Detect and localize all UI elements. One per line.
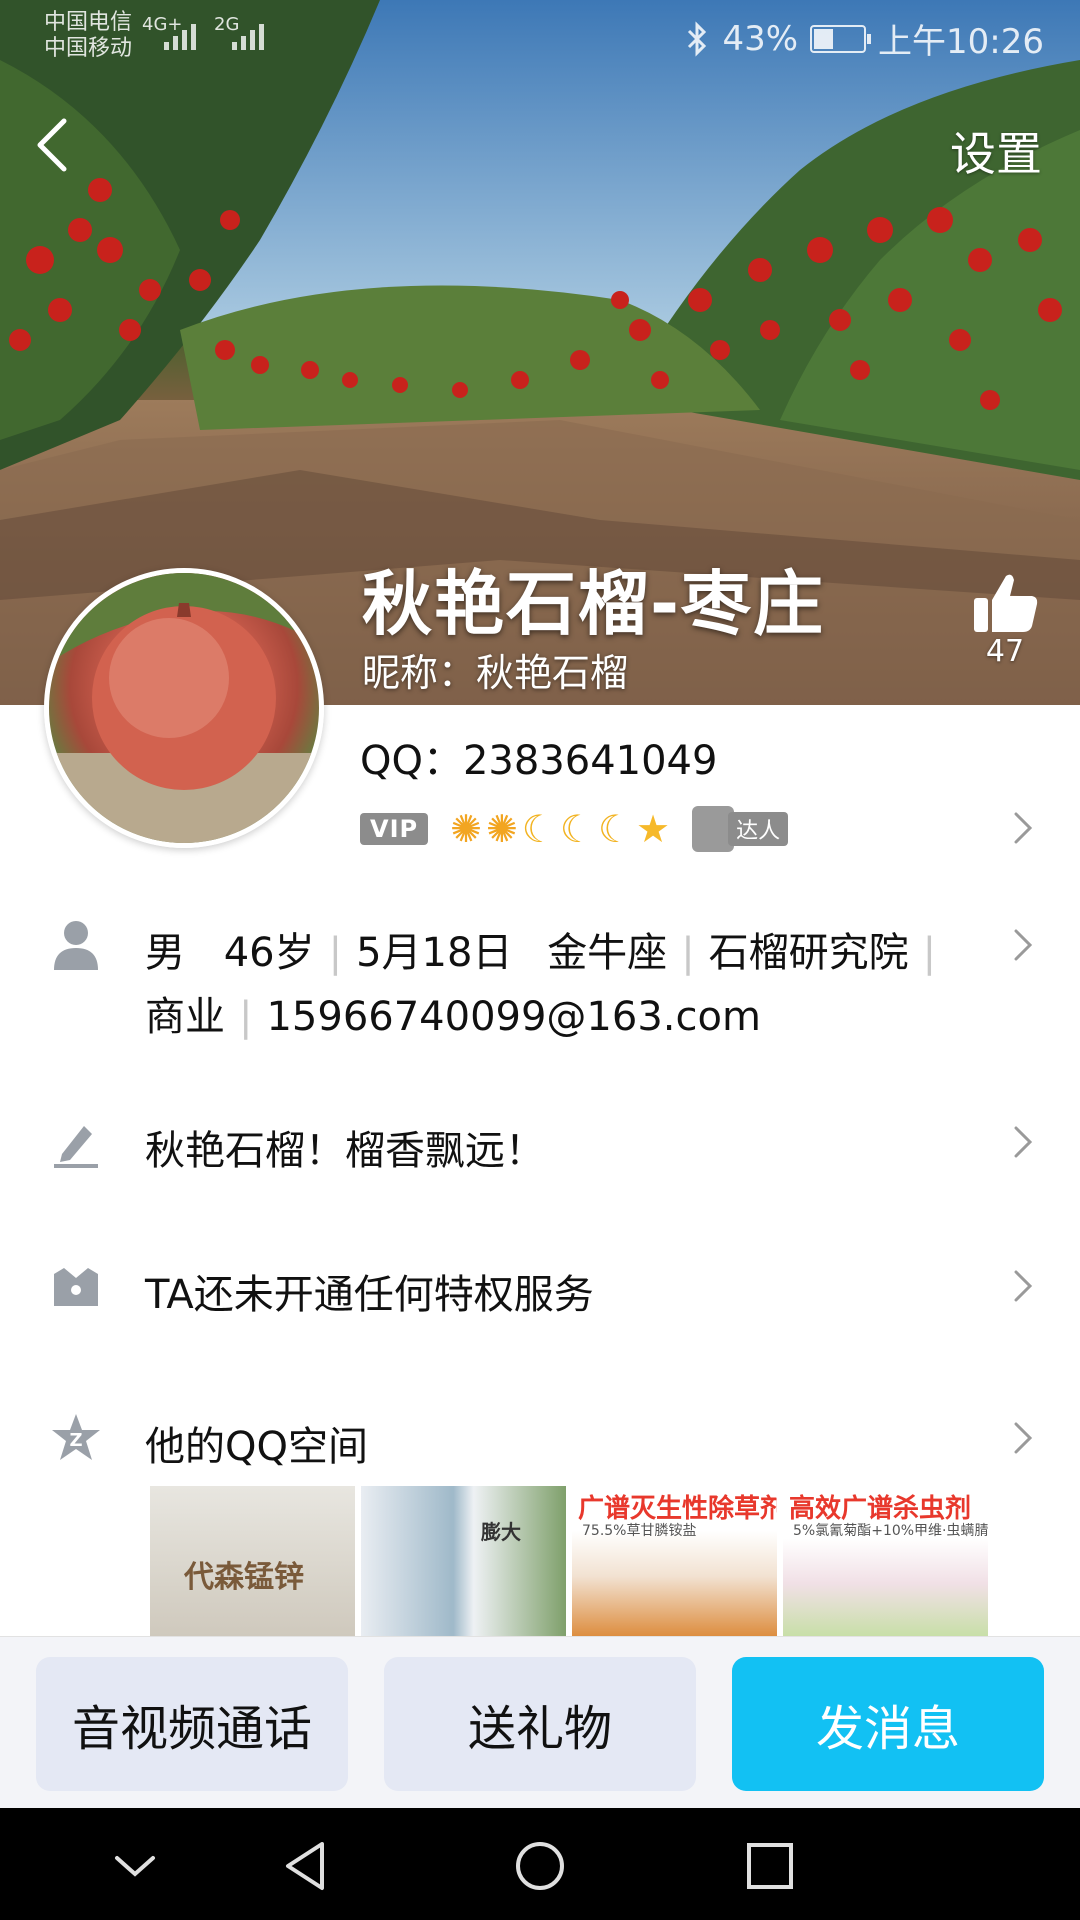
qq-number: QQ：2383641049 <box>360 738 718 784</box>
email: 15966740099@163.com <box>266 994 761 1040</box>
profile-name: 秋艳石榴-枣庄 <box>362 563 826 645</box>
bluetooth-icon <box>688 20 707 57</box>
pomegranate-photo <box>49 573 319 843</box>
signal-icon-2 <box>232 24 264 50</box>
zodiac: 金牛座 <box>547 930 668 976</box>
photo-caption: 代森锰锌 <box>184 1560 304 1595</box>
av-call-button[interactable]: 音视频通话 <box>36 1657 348 1791</box>
daren-label: 达人 <box>728 812 789 846</box>
chevron-right-icon <box>1014 1126 1033 1158</box>
qzone-photo[interactable]: 高效广谱杀虫剂 5%氯氰菊酯+10%甲维·虫螨腈 <box>783 1486 988 1636</box>
qzone-label: 他的QQ空间 <box>145 1424 368 1470</box>
status-right: 43% 上午10:26 <box>684 14 1044 63</box>
photo-caption: 膨大 <box>481 1520 521 1544</box>
privilege-text: TA还未开通任何特权服务 <box>145 1272 594 1318</box>
recent-apps-icon[interactable] <box>740 1838 800 1894</box>
industry: 商业 <box>145 994 225 1040</box>
qzone-photo[interactable]: 广谱灭生性除草剂 75.5%草甘膦铵盐 <box>572 1486 777 1636</box>
carrier-1: 中国电信 <box>44 10 133 35</box>
chevron-right-icon <box>1014 1422 1033 1454</box>
like-count: 47 <box>985 634 1025 669</box>
like-button[interactable]: 47 <box>960 570 1050 669</box>
signal-icon-1 <box>164 24 196 50</box>
qzone-star-icon: Z <box>52 1414 100 1460</box>
battery-percent: 43% <box>722 18 799 59</box>
gender: 男 <box>145 930 185 976</box>
status-bar: 中国电信 中国移动 4G+ 2G 43% 上午10:26 <box>0 0 1080 70</box>
send-message-button[interactable]: 发消息 <box>732 1657 1044 1791</box>
level-badges[interactable]: VIP ✺ ✺ ☾ ☾ ☾ ★ 达人 <box>360 806 789 852</box>
home-circle-icon[interactable] <box>510 1838 570 1894</box>
moon-level-icon: ☾ <box>521 807 556 851</box>
qzone-photos: 代森锰锌 膨大 广谱灭生性除草剂 75.5%草甘膦铵盐 高效广谱杀虫剂 5%氯氰… <box>150 1486 988 1636</box>
qzone-photo[interactable]: 代森锰锌 <box>150 1486 355 1636</box>
system-nav-bar <box>0 1808 1080 1920</box>
chevron-down-icon[interactable] <box>105 1838 165 1894</box>
company: 石榴研究院 <box>708 930 909 976</box>
chevron-right-icon[interactable] <box>1010 808 1036 848</box>
avatar[interactable] <box>44 568 324 848</box>
moon-level-icon: ☾ <box>559 807 594 851</box>
chevron-left-icon <box>37 118 67 172</box>
crown-icon <box>54 1268 98 1306</box>
signature-text: 秋艳石榴！榴香飘远！ <box>145 1128 545 1174</box>
star-level-icon: ★ <box>636 807 671 851</box>
action-bar: 音视频通话 送礼物 发消息 <box>0 1636 1080 1809</box>
sun-level-icon: ✺ <box>485 807 518 851</box>
chevron-right-icon <box>1014 929 1033 961</box>
sun-level-icon: ✺ <box>450 807 482 851</box>
svg-text:Z: Z <box>69 1430 82 1451</box>
back-button[interactable] <box>28 115 78 175</box>
age: 46岁 <box>223 930 315 976</box>
carrier-2: 中国移动 <box>44 36 133 61</box>
birthday: 5月18日 <box>356 930 513 976</box>
clock: 上午10:26 <box>878 22 1044 62</box>
back-triangle-icon[interactable] <box>278 1838 338 1894</box>
photo-subcaption: 5%氯氰菊酯+10%甲维·虫螨腈 <box>793 1523 988 1539</box>
nickname: 昵称：秋艳石榴 <box>362 651 629 695</box>
moon-level-icon: ☾ <box>597 807 633 851</box>
pencil-icon <box>54 1126 98 1168</box>
vip-badge: VIP <box>360 813 429 845</box>
send-gift-button[interactable]: 送礼物 <box>384 1657 696 1791</box>
daren-badge: 达人 <box>692 806 789 852</box>
battery-icon <box>810 24 872 53</box>
photo-subcaption: 75.5%草甘膦铵盐 <box>582 1523 697 1539</box>
thumbs-up-icon <box>974 574 1038 632</box>
chevron-right-icon <box>1014 1270 1033 1302</box>
details-line-2: 商业 | 15966740099@163.com <box>145 994 761 1040</box>
carrier-labels: 中国电信 中国移动 <box>44 10 132 62</box>
qzone-photo[interactable]: 膨大 <box>361 1486 566 1636</box>
settings-button[interactable]: 设置 <box>950 118 1042 184</box>
person-icon <box>54 921 98 970</box>
details-line-1: 男 46岁 | 5月18日 金牛座 | 石榴研究院 | <box>145 930 937 976</box>
